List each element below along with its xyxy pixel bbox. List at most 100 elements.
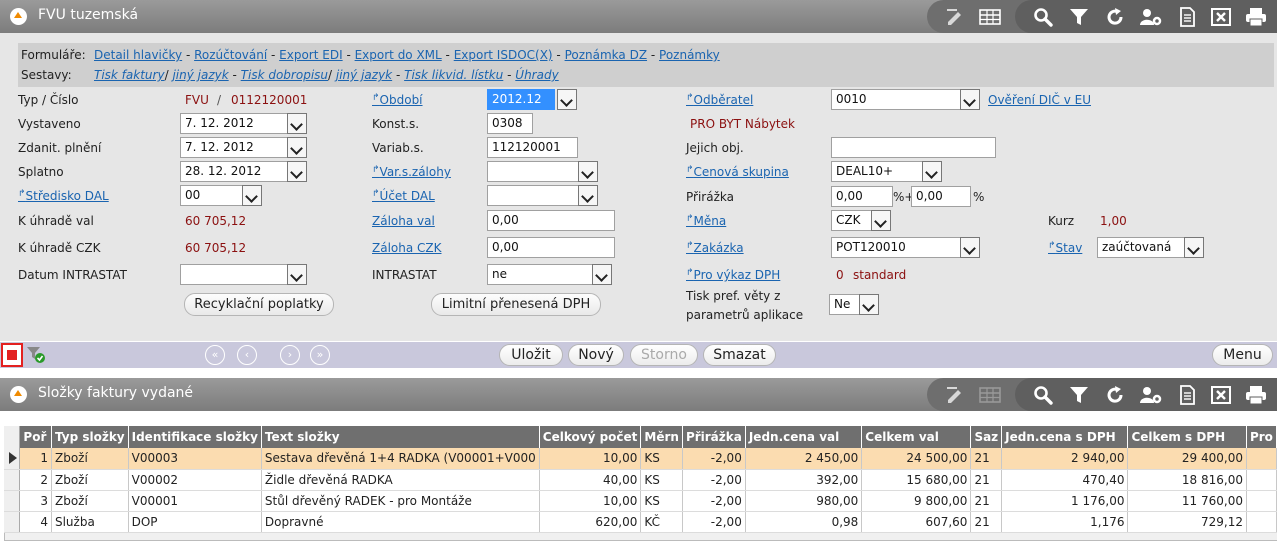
cell-celkem-dph[interactable]: 18 816,00 bbox=[1127, 469, 1247, 491]
zakazka-dropdown[interactable] bbox=[960, 237, 980, 258]
collapse-icon[interactable] bbox=[10, 8, 27, 25]
link-export-isdoc[interactable]: Export ISDOC(X) bbox=[454, 48, 553, 62]
col-mj[interactable]: Měrn bbox=[640, 426, 683, 448]
user-settings-icon[interactable] bbox=[1139, 7, 1163, 27]
overeni-dic-link[interactable]: Ověření DIČ v EU bbox=[988, 93, 1091, 107]
zaloha-czk-link[interactable]: Záloha CZK bbox=[372, 241, 442, 255]
cell-mj[interactable]: KS bbox=[640, 469, 683, 491]
stav-field[interactable]: zaúčtovaná bbox=[1097, 237, 1185, 258]
splatno-field[interactable]: 28. 12. 2012 bbox=[180, 161, 288, 182]
col-prirazka[interactable]: Přirážka bbox=[682, 426, 746, 448]
refresh-icon[interactable] bbox=[1105, 7, 1125, 27]
cell-pro[interactable] bbox=[1246, 469, 1277, 491]
datum-intrastat-field[interactable] bbox=[180, 264, 288, 285]
row-indicator[interactable] bbox=[4, 469, 21, 491]
link-export-xml[interactable]: Export do XML bbox=[355, 48, 442, 62]
cell-jc[interactable]: 0,98 bbox=[745, 511, 863, 533]
edit-icon[interactable] bbox=[945, 7, 965, 27]
link-rozuctovani[interactable]: Rozúčtování bbox=[194, 48, 267, 62]
cell-text[interactable]: Židle dřevěná RADKA bbox=[261, 469, 540, 491]
col-jedn-cena[interactable]: Jedn.cena val bbox=[745, 426, 863, 448]
cell-saz[interactable]: 21 bbox=[970, 469, 1003, 491]
row-indicator[interactable] bbox=[4, 490, 21, 512]
limitni-dph-button[interactable]: Limitní přenesená DPH bbox=[431, 293, 601, 316]
stav-dropdown[interactable] bbox=[1184, 237, 1204, 258]
table-row[interactable]: 2 Zboží V00002 Židle dřevěná RADKA 40,00… bbox=[4, 469, 1277, 491]
cell-typ[interactable]: Zboží bbox=[51, 469, 129, 491]
link-uhrady[interactable]: Úhrady bbox=[515, 68, 558, 82]
next-record-icon[interactable]: › bbox=[280, 345, 300, 365]
search-icon[interactable] bbox=[1033, 7, 1053, 27]
prev-record-icon[interactable]: ‹ bbox=[237, 345, 257, 365]
link-export-edi[interactable]: Export EDI bbox=[279, 48, 342, 62]
intrastat-dropdown[interactable] bbox=[592, 264, 612, 285]
stop-icon[interactable] bbox=[1, 343, 23, 367]
cell-pro[interactable] bbox=[1246, 490, 1277, 512]
cell-typ[interactable]: Zboží bbox=[51, 448, 129, 470]
zakazka-field[interactable]: POT120010 bbox=[831, 237, 961, 258]
cell-celkem[interactable]: 24 500,00 bbox=[861, 448, 972, 470]
cell-text[interactable]: Sestava dřevěná 1+4 RADKA (V00001+V000 bbox=[261, 448, 540, 470]
collapse-items-icon[interactable] bbox=[10, 386, 27, 403]
obdobi-field[interactable]: 2012.12 bbox=[487, 89, 555, 110]
stav-link[interactable]: Stav bbox=[1048, 241, 1083, 255]
cell-saz[interactable]: 21 bbox=[970, 448, 1003, 470]
cell-pocet[interactable]: 620,00 bbox=[539, 511, 642, 533]
col-identifikace[interactable]: Identifikace složky bbox=[128, 426, 262, 448]
cell-jc[interactable]: 392,00 bbox=[745, 469, 863, 491]
table-row[interactable]: 3 Zboží V00001 Stůl dřevěný RADEK - pro … bbox=[4, 490, 1277, 512]
odberatel-dropdown[interactable] bbox=[960, 89, 980, 110]
document-icon[interactable] bbox=[1177, 7, 1197, 27]
link-tisk-dobropisu[interactable]: Tisk dobropisu bbox=[241, 68, 328, 82]
col-sazba[interactable]: Saz bbox=[970, 426, 1003, 448]
menu-button[interactable]: Menu bbox=[1212, 344, 1273, 366]
intrastat-field[interactable]: ne bbox=[487, 264, 593, 285]
cell-por[interactable]: 2 bbox=[19, 469, 52, 491]
col-por[interactable]: Poř bbox=[19, 426, 52, 448]
filter-icon[interactable] bbox=[1069, 7, 1089, 27]
search-items-icon[interactable] bbox=[1033, 385, 1053, 405]
cell-por[interactable]: 4 bbox=[19, 511, 52, 533]
filter-items-icon[interactable] bbox=[1069, 385, 1089, 405]
mena-dropdown[interactable] bbox=[871, 210, 891, 231]
cell-celkem[interactable]: 9 800,00 bbox=[861, 490, 972, 512]
link-tisk-faktury[interactable]: Tisk faktury bbox=[94, 68, 165, 82]
col-pocet[interactable]: Celkový počet bbox=[539, 426, 642, 448]
var-zalohy-field[interactable] bbox=[487, 161, 579, 182]
zaloha-val-link[interactable]: Záloha val bbox=[372, 214, 435, 228]
col-text[interactable]: Text složky bbox=[261, 426, 540, 448]
var-zalohy-link[interactable]: Var.s.zálohy bbox=[372, 165, 451, 179]
recyklacni-poplatky-button[interactable]: Recyklační poplatky bbox=[184, 293, 334, 316]
jejich-obj-field[interactable] bbox=[831, 137, 996, 158]
col-typ[interactable]: Typ složky bbox=[51, 426, 129, 448]
last-record-icon[interactable]: » bbox=[310, 345, 330, 365]
odberatel-field[interactable]: 0010 bbox=[831, 89, 961, 110]
cell-id[interactable]: V00001 bbox=[128, 490, 262, 512]
print-icon[interactable] bbox=[1245, 7, 1267, 27]
stredisko-field[interactable]: 00 bbox=[180, 185, 243, 206]
cell-prirazka[interactable]: -2,00 bbox=[682, 469, 746, 491]
link-poznamky[interactable]: Poznámky bbox=[659, 48, 720, 62]
konst-field[interactable]: 0308 bbox=[487, 113, 533, 134]
cell-saz[interactable]: 21 bbox=[970, 490, 1003, 512]
vystaveno-dropdown[interactable] bbox=[287, 113, 307, 134]
col-jedn-cena-dph[interactable]: Jedn.cena s DPH bbox=[1001, 426, 1129, 448]
cenova-skupina-link[interactable]: Cenová skupina bbox=[686, 165, 789, 179]
tisk-pref-dropdown[interactable] bbox=[859, 294, 879, 315]
link-jiny-jazyk-2[interactable]: jiný jazyk bbox=[336, 68, 392, 82]
prirazka-field-1[interactable]: 0,00 bbox=[831, 186, 893, 207]
print-items-icon[interactable] bbox=[1245, 385, 1267, 405]
cell-jc[interactable]: 980,00 bbox=[745, 490, 863, 512]
zaloha-val-field[interactable]: 0,00 bbox=[487, 210, 615, 231]
cell-prirazka[interactable]: -2,00 bbox=[682, 511, 746, 533]
obdobi-dropdown[interactable] bbox=[557, 89, 577, 110]
cell-saz[interactable]: 21 bbox=[970, 511, 1003, 533]
cell-text[interactable]: Dopravné bbox=[261, 511, 540, 533]
document-items-icon[interactable] bbox=[1177, 385, 1197, 405]
cell-pocet[interactable]: 40,00 bbox=[539, 469, 642, 491]
cell-pro[interactable] bbox=[1246, 448, 1277, 470]
datum-intrastat-dropdown[interactable] bbox=[287, 264, 307, 285]
link-poznamka-dz[interactable]: Poznámka DZ bbox=[565, 48, 647, 62]
cell-jc-dph[interactable]: 1,176 bbox=[1001, 511, 1129, 533]
table-row[interactable]: 1 Zboží V00003 Sestava dřevěná 1+4 RADKA… bbox=[4, 448, 1277, 470]
